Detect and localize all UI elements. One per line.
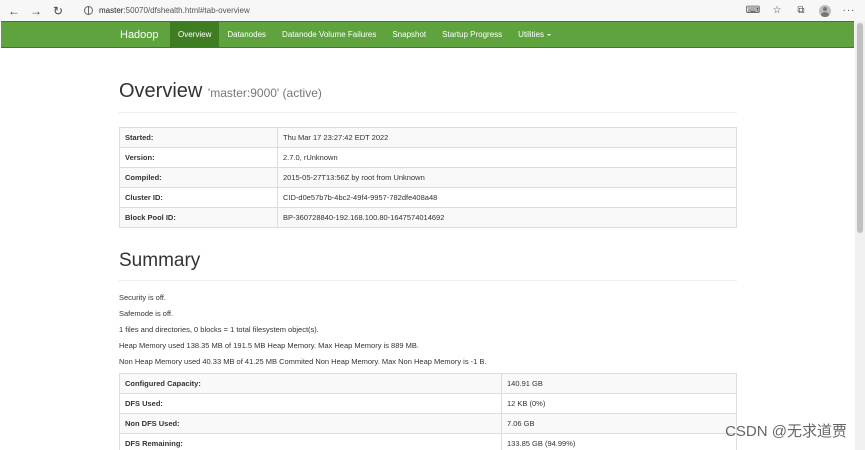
chevron-down-icon	[546, 34, 551, 36]
table-row: Version: 2.7.0, rUnknown	[119, 147, 737, 168]
watermark-text: CSDN @无求道贾	[725, 423, 847, 440]
row-value: CID-d0e57b7b-4bc2-49f4-9957-782dfe408a48	[277, 187, 737, 208]
row-key: Version:	[119, 147, 278, 168]
table-row: Started: Thu Mar 17 23:27:42 EDT 2022	[119, 127, 737, 148]
tab-utilities[interactable]: Utilities	[510, 22, 559, 47]
browser-toolbar: ← → ↻ master:50070/dfshealth.html#tab-ov…	[0, 0, 865, 21]
url-path: :50070/dfshealth.html#tab-overview	[123, 6, 250, 15]
tab-startup-progress[interactable]: Startup Progress	[434, 22, 510, 47]
profile-avatar[interactable]	[819, 4, 831, 17]
summary-table: Configured Capacity: 140.91 GB DFS Used:…	[119, 373, 737, 450]
row-key: Block Pool ID:	[119, 207, 278, 228]
more-menu-icon[interactable]: ···	[843, 5, 855, 17]
row-value: 12 KB (0%)	[501, 393, 737, 414]
table-row: Cluster ID: CID-d0e57b7b-4bc2-49f4-9957-…	[119, 187, 737, 208]
row-value: Thu Mar 17 23:27:42 EDT 2022	[277, 127, 737, 148]
navbar-brand[interactable]: Hadoop	[120, 29, 170, 41]
tab-datanodes[interactable]: Datanodes	[219, 22, 274, 47]
extension-icon[interactable]: ⌨	[746, 5, 760, 17]
globe-icon	[84, 6, 93, 15]
overview-header: Overview 'master:9000' (active)	[119, 80, 737, 113]
summary-line: 1 files and directories, 0 blocks = 1 to…	[119, 325, 319, 334]
refresh-icon[interactable]: ↻	[47, 0, 69, 21]
back-arrow-icon[interactable]: ←	[3, 0, 25, 21]
page-scrollbar[interactable]	[855, 21, 865, 450]
table-row: Configured Capacity: 140.91 GB	[119, 373, 737, 394]
table-row: Non DFS Used: 7.06 GB	[119, 413, 737, 434]
row-key: Configured Capacity:	[119, 373, 502, 394]
summary-line: Safemode is off.	[119, 309, 174, 318]
page-title: Overview 'master:9000' (active)	[119, 80, 737, 103]
favorites-icon[interactable]: ☆	[771, 5, 783, 17]
hadoop-navbar: Hadoop Overview Datanodes Datanode Volum…	[1, 21, 854, 48]
summary-line: Security is off.	[119, 293, 166, 302]
row-key: DFS Remaining:	[119, 433, 502, 450]
tab-overview[interactable]: Overview	[170, 22, 220, 47]
overview-table: Started: Thu Mar 17 23:27:42 EDT 2022 Ve…	[119, 127, 737, 228]
tab-datanode-volume-failures[interactable]: Datanode Volume Failures	[274, 22, 384, 47]
overview-subtitle: 'master:9000' (active)	[207, 86, 322, 100]
table-row: Block Pool ID: BP-360728840-192.168.100.…	[119, 207, 737, 228]
tab-snapshot[interactable]: Snapshot	[384, 22, 434, 47]
summary-title: Summary	[119, 250, 201, 271]
row-value: BP-360728840-192.168.100.80-164757401469…	[277, 207, 737, 228]
table-row: DFS Used: 12 KB (0%)	[119, 393, 737, 414]
collections-icon[interactable]: ⧉	[795, 5, 807, 17]
summary-text: Security is off. Safemode is off. 1 file…	[119, 293, 737, 373]
row-value: 7.06 GB	[501, 413, 737, 434]
utilities-label: Utilities	[518, 30, 544, 39]
forward-arrow-icon[interactable]: →	[25, 0, 47, 21]
row-value: 2.7.0, rUnknown	[277, 147, 737, 168]
row-key: Cluster ID:	[119, 187, 278, 208]
summary-header: Summary	[119, 250, 737, 281]
overview-title: Overview	[119, 80, 203, 102]
row-key: Compiled:	[119, 167, 278, 188]
row-value: 140.91 GB	[501, 373, 737, 394]
summary-line: Heap Memory used 138.35 MB of 191.5 MB H…	[119, 341, 419, 350]
row-key: DFS Used:	[119, 393, 502, 414]
row-value: 133.85 GB (94.99%)	[501, 433, 737, 450]
table-row: DFS Remaining: 133.85 GB (94.99%)	[119, 433, 737, 450]
scrollbar-thumb[interactable]	[857, 23, 863, 233]
address-bar[interactable]: master:50070/dfshealth.html#tab-overview	[80, 3, 730, 18]
table-row: Compiled: 2015-05-27T13:56Z by root from…	[119, 167, 737, 188]
summary-line: Non Heap Memory used 40.33 MB of 41.25 M…	[119, 357, 487, 366]
row-value: 2015-05-27T13:56Z by root from Unknown	[277, 167, 737, 188]
url-host: master	[99, 6, 124, 15]
main-content: Overview 'master:9000' (active) Started:…	[119, 48, 737, 450]
row-key: Non DFS Used:	[119, 413, 502, 434]
row-key: Started:	[119, 127, 278, 148]
